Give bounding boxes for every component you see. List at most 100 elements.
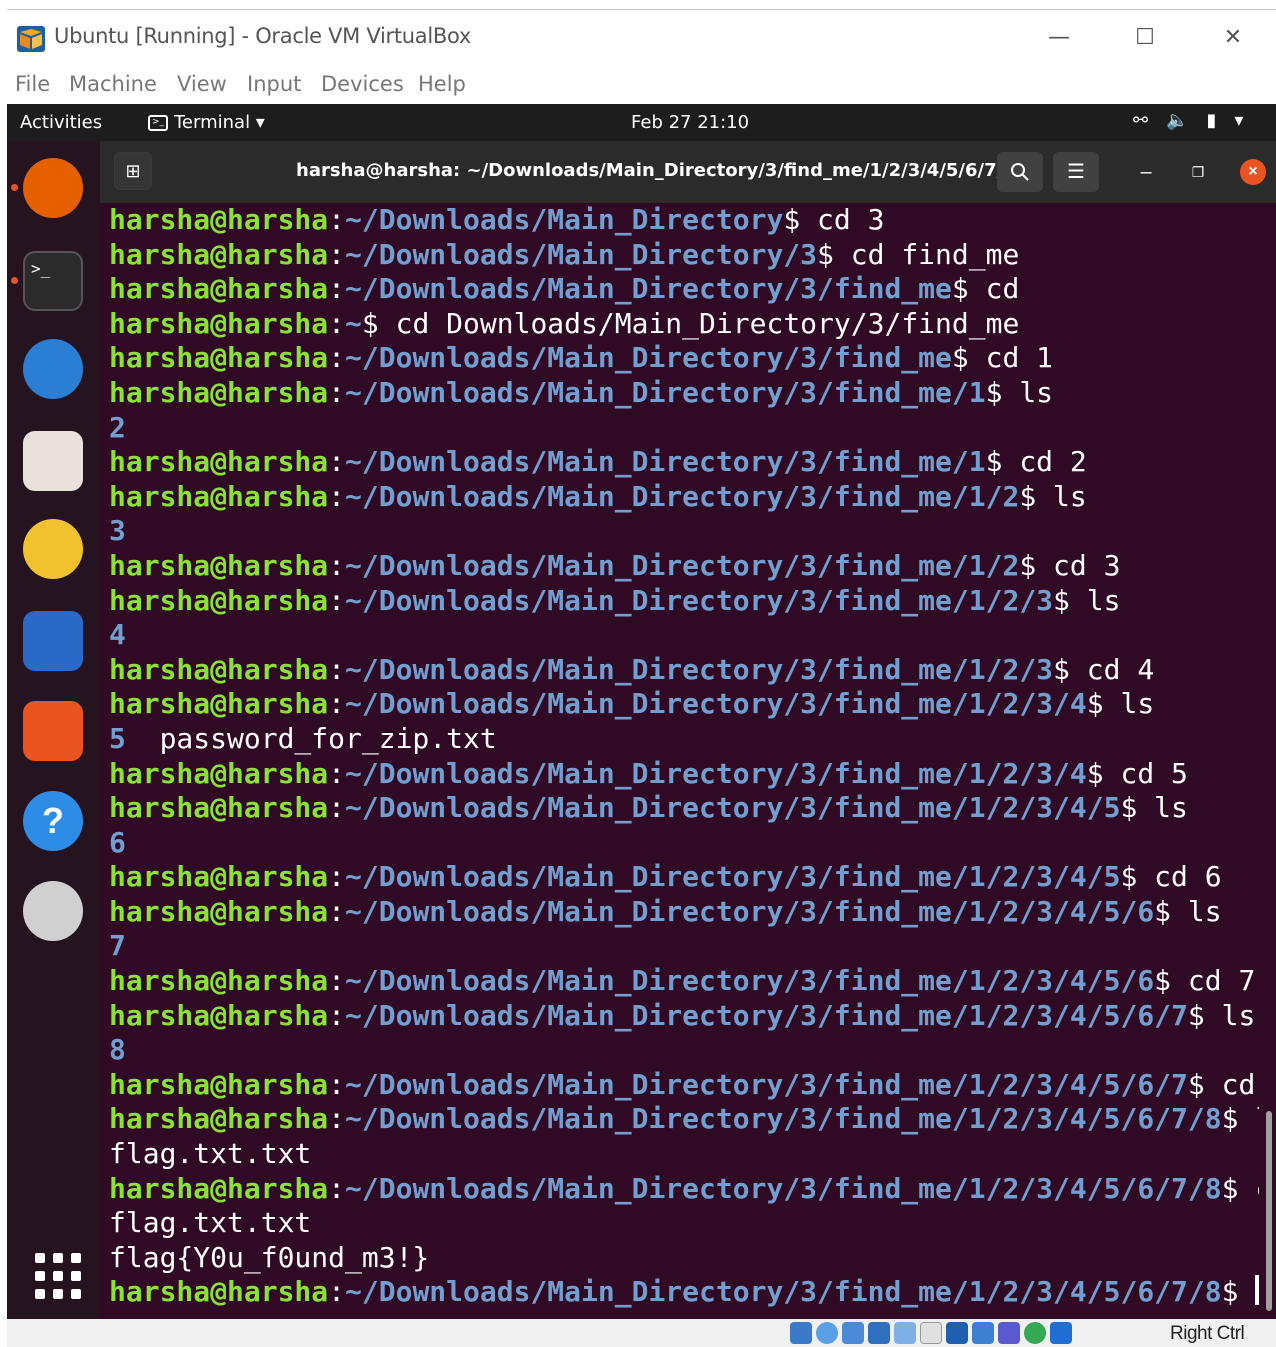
- command-text: cd find_me: [833, 237, 1020, 271]
- prompt-path: ~: [345, 306, 362, 340]
- close-button[interactable]: ✕: [1213, 20, 1253, 56]
- prompt-user: harsha@harsha: [109, 687, 329, 721]
- prompt-user: harsha@harsha: [109, 791, 329, 825]
- optical-disc-icon[interactable]: [23, 881, 83, 941]
- help-icon[interactable]: ?: [23, 791, 83, 851]
- output-text: flag{Y0u_f0und_m3!}: [109, 1240, 430, 1274]
- prompt-user: harsha@harsha: [109, 237, 329, 271]
- prompt-colon: :: [328, 375, 346, 409]
- new-tab-button[interactable]: ⊞: [114, 152, 152, 190]
- prompt-dollar: $: [1187, 1067, 1205, 1101]
- terminal-restore-button[interactable]: ❐: [1178, 152, 1218, 192]
- prompt-path: ~/Downloads/Main_Directory/3/find_me/1/2…: [345, 964, 1155, 998]
- terminal-scrollbar[interactable]: [1266, 1111, 1272, 1311]
- software-center-icon[interactable]: [23, 701, 83, 761]
- terminal-line: harsha@harsha:~/Downloads/Main_Directory…: [109, 653, 1259, 688]
- command-text: cd 3: [1036, 548, 1121, 582]
- chevron-down-icon: ▾: [1234, 110, 1244, 131]
- terminal-line: flag.txt.txt: [109, 1137, 1259, 1172]
- show-applications-icon[interactable]: [23, 1241, 83, 1301]
- terminal-close-button[interactable]: ×: [1240, 159, 1266, 185]
- usb-icon[interactable]: [894, 1322, 916, 1344]
- app-menu-terminal[interactable]: >_ Terminal ▾: [148, 112, 265, 133]
- prompt-dollar: $: [1120, 791, 1138, 825]
- thunderbird-icon[interactable]: [23, 339, 83, 399]
- display-icon[interactable]: [946, 1322, 968, 1344]
- prompt-user: harsha@harsha: [109, 583, 329, 617]
- prompt-user: harsha@harsha: [109, 272, 329, 306]
- terminal-icon[interactable]: >_: [23, 251, 83, 311]
- terminal-line: 2: [109, 411, 1259, 446]
- video-capture-icon[interactable]: [972, 1322, 994, 1344]
- vbox-titlebar[interactable]: Ubuntu [Running] - Oracle VM VirtualBox …: [7, 10, 1276, 62]
- ubuntu-desktop: Activities >_ Terminal ▾ Feb 27 21:10 ⚯ …: [7, 104, 1276, 1319]
- prompt-colon: :: [328, 583, 346, 617]
- network-icon: ⚯: [1133, 110, 1149, 131]
- prompt-colon: :: [328, 1102, 346, 1136]
- prompt-path: ~/Downloads/Main_Directory/3/find_me/1/2…: [345, 583, 1054, 617]
- menu-devices[interactable]: Devices: [321, 72, 404, 96]
- search-button[interactable]: [997, 152, 1043, 192]
- prompt-colon: :: [328, 756, 346, 790]
- shared-folder-icon[interactable]: [920, 1322, 942, 1344]
- prompt-path: ~/Downloads/Main_Directory/3/find_me/1/2…: [345, 652, 1054, 686]
- prompt-colon: :: [328, 687, 346, 721]
- terminal-window[interactable]: ⊞ harsha@harsha: ~/Downloads/Main_Direct…: [100, 141, 1276, 1319]
- terminal-headerbar[interactable]: ⊞ harsha@harsha: ~/Downloads/Main_Direct…: [100, 141, 1276, 203]
- prompt-dollar: $: [1053, 583, 1070, 617]
- prompt-path: ~/Downloads/Main_Directory/3/find_me/1: [345, 445, 986, 479]
- terminal-line: harsha@harsha:~/Downloads/Main_Directory…: [109, 272, 1259, 307]
- keyboard-capture-icon[interactable]: [1050, 1322, 1072, 1344]
- terminal-line: 5 password_for_zip.txt: [109, 722, 1259, 757]
- mouse-integration-icon[interactable]: [1024, 1322, 1046, 1344]
- terminal-line: harsha@harsha:~/Downloads/Main_Directory…: [109, 341, 1259, 376]
- menu-help[interactable]: Help: [418, 72, 466, 96]
- prompt-colon: :: [328, 652, 346, 686]
- menu-machine[interactable]: Machine: [69, 72, 157, 96]
- terminal-small-icon: >_: [148, 114, 168, 131]
- terminal-line: flag.txt.txt: [109, 1206, 1259, 1241]
- host-key-label: Right Ctrl: [1170, 1323, 1245, 1344]
- terminal-output[interactable]: harsha@harsha:~/Downloads/Main_Directory…: [109, 203, 1259, 1319]
- command-text: ls: [1002, 375, 1054, 409]
- terminal-line: harsha@harsha:~/Downloads/Main_Directory…: [109, 964, 1259, 999]
- prompt-colon: :: [328, 1171, 346, 1205]
- optical-drive-icon[interactable]: [816, 1322, 838, 1344]
- minimize-button[interactable]: —: [1039, 20, 1079, 56]
- maximize-button[interactable]: ☐: [1125, 20, 1165, 56]
- prompt-user: harsha@harsha: [109, 445, 329, 479]
- command-text: cat: [1238, 1172, 1259, 1205]
- system-tray[interactable]: ⚯ 🔈 ▮ ▾: [1133, 110, 1243, 131]
- prompt-colon: :: [328, 998, 346, 1032]
- firefox-icon[interactable]: [23, 158, 83, 218]
- prompt-path: ~/Downloads/Main_Directory/3/find_me/1/2…: [345, 1102, 1222, 1136]
- prompt-colon: :: [328, 1275, 346, 1309]
- clock[interactable]: Feb 27 21:10: [631, 112, 749, 133]
- audio-icon[interactable]: [842, 1322, 864, 1344]
- activities-button[interactable]: Activities: [20, 112, 102, 133]
- hamburger-menu-button[interactable]: ☰: [1053, 152, 1099, 192]
- menu-input[interactable]: Input: [247, 72, 301, 96]
- network-adapter-icon[interactable]: [868, 1322, 890, 1344]
- hard-disk-icon[interactable]: [790, 1322, 812, 1344]
- directory-entry: 6: [109, 825, 126, 859]
- terminal-line: harsha@harsha:~/Downloads/Main_Directory…: [109, 1172, 1259, 1207]
- libreoffice-writer-icon[interactable]: [23, 611, 83, 671]
- prompt-path: ~/Downloads/Main_Directory/3/find_me/1/2…: [345, 998, 1188, 1032]
- prompt-dollar: $: [1154, 964, 1172, 998]
- menu-file[interactable]: File: [15, 72, 50, 96]
- terminal-minimize-button[interactable]: –: [1126, 152, 1166, 192]
- terminal-line: harsha@harsha:~/Downloads/Main_Directory…: [109, 757, 1259, 792]
- prompt-path: ~/Downloads/Main_Directory/3/find_me/1/2…: [345, 1275, 1222, 1309]
- command-text: ls: [1238, 1102, 1259, 1135]
- menu-view[interactable]: View: [177, 72, 227, 96]
- virtualbox-window: Ubuntu [Running] - Oracle VM VirtualBox …: [7, 9, 1276, 1347]
- prompt-user: harsha@harsha: [109, 652, 329, 686]
- rhythmbox-icon[interactable]: [23, 519, 83, 579]
- prompt-dollar: $: [951, 341, 969, 375]
- terminal-line: harsha@harsha:~/Downloads/Main_Directory…: [109, 791, 1259, 826]
- files-icon[interactable]: [23, 431, 83, 491]
- prompt-dollar: $: [1221, 1171, 1239, 1205]
- prompt-user: harsha@harsha: [109, 894, 329, 928]
- virtualization-icon[interactable]: [998, 1322, 1020, 1344]
